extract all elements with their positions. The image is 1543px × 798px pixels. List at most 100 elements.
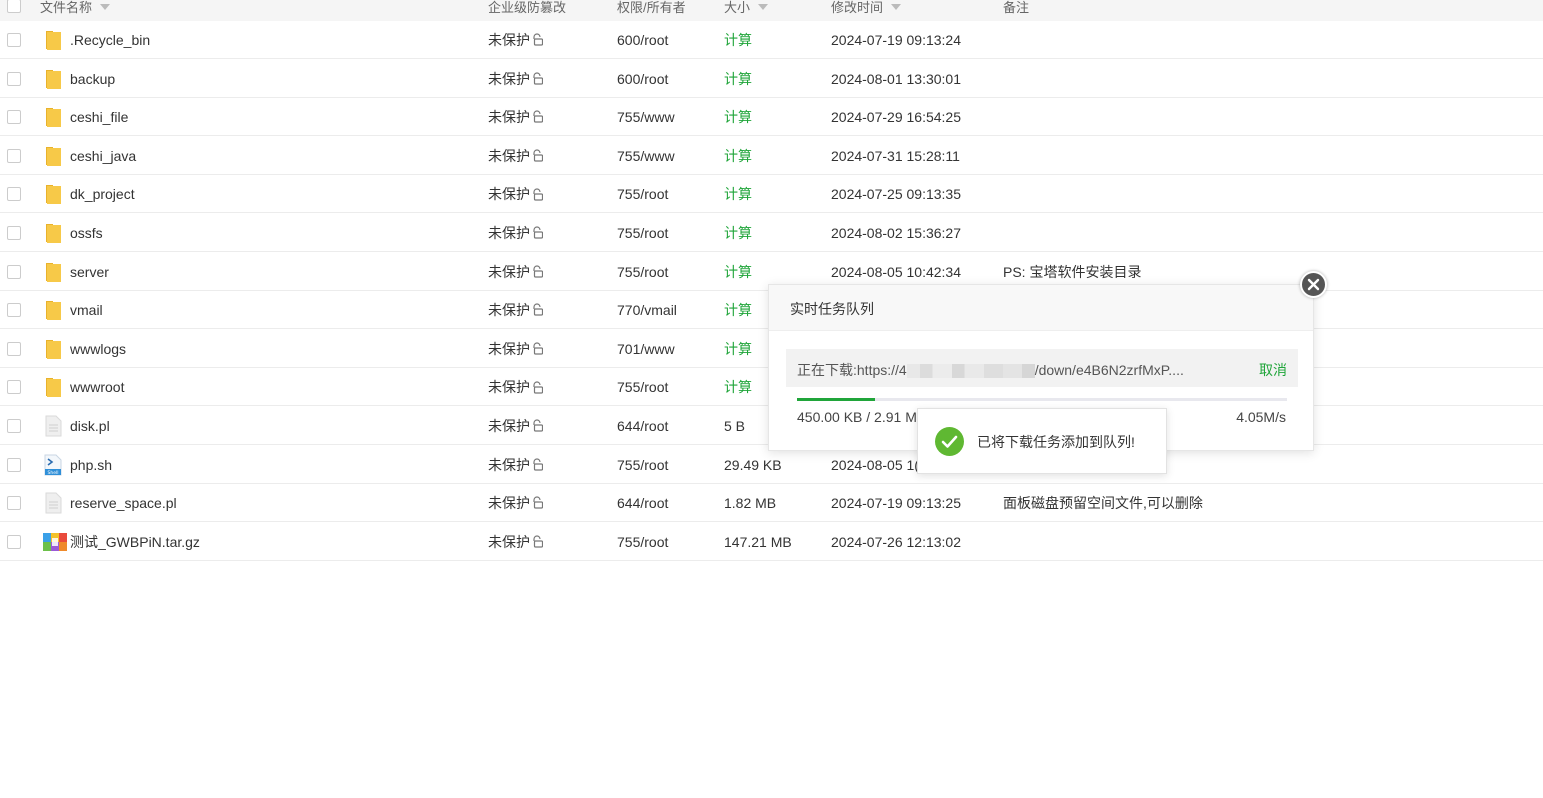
file-icon	[43, 492, 63, 514]
check-circle-icon	[935, 427, 964, 456]
table-row[interactable]: ossfs 未保护 755/root 计算 2024-08-02 15:36:27	[0, 214, 1543, 252]
table-row[interactable]: ceshi_java 未保护 755/www 计算 2024-07-31 15:28:1…	[0, 137, 1543, 175]
calculate-size-link[interactable]: 计算	[724, 291, 752, 329]
permission-owner[interactable]: 755/root	[617, 523, 668, 561]
row-checkbox[interactable]	[7, 33, 21, 47]
permission-owner[interactable]: 701/www	[617, 330, 675, 368]
select-all-checkbox[interactable]	[7, 0, 21, 13]
protection-status[interactable]: 未保护	[488, 330, 544, 368]
file-name[interactable]: ceshi_file	[70, 98, 128, 136]
table-row[interactable]: ceshi_file 未保护 755/www 计算 2024-07-29 16:54:2…	[0, 98, 1543, 137]
file-name[interactable]: .Recycle_bin	[70, 21, 150, 59]
file-name[interactable]: 测试_GWBPiN.tar.gz	[70, 523, 200, 561]
calculate-size-link[interactable]: 计算	[724, 21, 752, 59]
folder-icon	[43, 145, 63, 167]
calculate-size-link[interactable]: 计算	[724, 60, 752, 98]
file-remark[interactable]: 面板磁盘预留空间文件,可以删除	[1003, 484, 1203, 522]
row-checkbox[interactable]	[7, 187, 21, 202]
close-panel-button[interactable]	[1300, 271, 1327, 298]
folder-icon	[43, 29, 63, 51]
calculate-size-link[interactable]: 计算	[724, 137, 752, 175]
permission-owner[interactable]: 755/root	[617, 214, 668, 252]
row-checkbox[interactable]	[7, 110, 21, 125]
row-checkbox[interactable]	[7, 148, 21, 163]
file-name[interactable]: disk.pl	[70, 407, 110, 445]
header-size[interactable]: 大小	[724, 0, 769, 16]
row-checkbox[interactable]	[7, 419, 21, 433]
unlock-icon	[531, 22, 544, 60]
protection-status[interactable]: 未保护	[488, 21, 544, 60]
panel-header: 实时任务队列	[769, 285, 1313, 331]
protection-status[interactable]: 未保护	[488, 98, 544, 136]
unlock-icon	[531, 61, 544, 99]
permission-owner[interactable]: 755/www	[617, 98, 675, 136]
download-task: 正在下载:https://4/down/e4B6N2zrfMxP.... 取消	[786, 349, 1298, 387]
permission-owner[interactable]: 755/root	[617, 368, 668, 406]
protection-status[interactable]: 未保护	[488, 291, 544, 329]
table-row[interactable]: 测试_GWBPiN.tar.gz 未保护 755/root 147.21 MB 2024…	[0, 523, 1543, 561]
protection-status[interactable]: 未保护	[488, 368, 544, 406]
calculate-size-link[interactable]: 计算	[724, 214, 752, 252]
permission-owner[interactable]: 755/root	[617, 175, 668, 213]
unlock-icon	[531, 524, 544, 562]
permission-owner[interactable]: 755/root	[617, 446, 668, 484]
permission-owner[interactable]: 644/root	[617, 484, 668, 522]
table-row[interactable]: reserve_space.pl 未保护 644/root 1.82 MB 2024-0…	[0, 484, 1543, 523]
unlock-icon	[531, 447, 544, 485]
file-name[interactable]: server	[70, 253, 109, 291]
row-checkbox[interactable]	[7, 457, 21, 472]
folder-icon	[43, 376, 63, 398]
file-name[interactable]: ceshi_java	[70, 137, 136, 175]
calculate-size-link[interactable]: 计算	[724, 330, 752, 368]
header-name[interactable]: 文件名称	[40, 0, 111, 16]
folder-icon	[43, 338, 63, 360]
row-checkbox[interactable]	[7, 71, 21, 86]
file-name[interactable]: reserve_space.pl	[70, 484, 177, 522]
cancel-button[interactable]: 取消	[1259, 360, 1287, 380]
file-name[interactable]: php.sh	[70, 446, 112, 484]
file-name[interactable]: ossfs	[70, 214, 103, 252]
folder-icon	[43, 299, 63, 321]
row-checkbox[interactable]	[7, 534, 21, 549]
row-checkbox[interactable]	[7, 496, 21, 511]
table-row[interactable]: dk_project 未保护 755/root 计算 2024-07-25 09:13:…	[0, 175, 1543, 214]
permission-owner[interactable]: 755/www	[617, 137, 675, 175]
archive-icon	[43, 531, 67, 553]
file-name[interactable]: dk_project	[70, 175, 135, 213]
permission-owner[interactable]: 644/root	[617, 407, 668, 445]
row-checkbox[interactable]	[7, 341, 21, 356]
permission-owner[interactable]: 755/root	[617, 253, 668, 291]
row-checkbox[interactable]	[7, 380, 21, 395]
calculate-size-link[interactable]: 计算	[724, 98, 752, 136]
table-row[interactable]: .Recycle_bin 未保护 600/root 计算 2024-07-19 09:1…	[0, 21, 1543, 59]
calculate-size-link[interactable]: 计算	[724, 368, 752, 406]
permission-owner[interactable]: 600/root	[617, 60, 668, 98]
permission-owner[interactable]: 600/root	[617, 21, 668, 59]
modified-time: 2024-07-19 09:13:25	[831, 495, 961, 512]
protection-status[interactable]: 未保护	[488, 407, 544, 445]
row-checkbox[interactable]	[7, 226, 21, 240]
protection-status[interactable]: 未保护	[488, 175, 544, 213]
calculate-size-link[interactable]: 计算	[724, 253, 752, 291]
protection-status[interactable]: 未保护	[488, 446, 544, 485]
file-name[interactable]: wwwlogs	[70, 330, 126, 368]
file-name[interactable]: wwwroot	[70, 368, 124, 406]
protection-status[interactable]: 未保护	[488, 60, 544, 99]
protection-status[interactable]: 未保护	[488, 484, 544, 522]
header-mtime[interactable]: 修改时间	[831, 0, 902, 16]
svg-text:Shell: Shell	[48, 470, 59, 476]
table-row[interactable]: Shell php.sh 未保护 755/root 29.49 KB 2024-08-05…	[0, 446, 1543, 484]
row-checkbox[interactable]	[7, 303, 21, 318]
table-row[interactable]: backup 未保护 600/root 计算 2024-08-01 13:30:01	[0, 60, 1543, 98]
permission-owner[interactable]: 770/vmail	[617, 291, 677, 329]
row-checkbox[interactable]	[7, 264, 21, 279]
protection-status[interactable]: 未保护	[488, 253, 544, 291]
file-name[interactable]: vmail	[70, 291, 103, 329]
modified-time: 2024-07-26 12:13:02	[831, 533, 961, 550]
protection-status[interactable]: 未保护	[488, 523, 544, 562]
protection-status[interactable]: 未保护	[488, 137, 544, 175]
calculate-size-link[interactable]: 计算	[724, 175, 752, 213]
modified-time: 2024-07-29 16:54:25	[831, 109, 961, 126]
protection-status[interactable]: 未保护	[488, 214, 544, 252]
file-name[interactable]: backup	[70, 60, 115, 98]
